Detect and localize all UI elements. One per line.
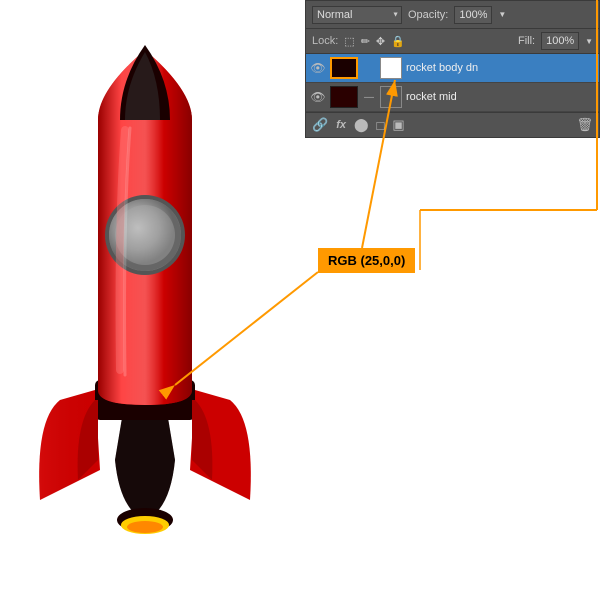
lock-pixel-icon[interactable]: ⬚ — [344, 35, 354, 48]
layers-panel: Normal Opacity: ▼ Lock: ⬚ ✏ ✥ 🔒 Fill: ▼ … — [305, 0, 600, 138]
opacity-arrow-icon: ▼ — [498, 10, 506, 19]
opacity-label: Opacity: — [408, 9, 448, 21]
layer-visibility-eye-1[interactable]: 👁 — [310, 60, 326, 76]
layer-visibility-eye-2[interactable]: 👁 — [310, 89, 326, 105]
new-fill-layer-icon[interactable]: ⬤ — [354, 117, 369, 133]
fill-arrow-icon: ▼ — [585, 37, 593, 46]
layer-thumb-1 — [330, 57, 358, 79]
panel-bottom-bar: 🔗 fx ⬤ □ ▣ 🗑 — [306, 112, 599, 137]
layer-name-1: rocket body dn — [406, 62, 595, 74]
rocket-illustration — [30, 20, 260, 590]
rgb-label: RGB (25,0,0) — [328, 253, 405, 268]
link-layers-icon[interactable]: 🔗 — [312, 117, 328, 133]
blend-mode-wrapper[interactable]: Normal — [312, 5, 402, 24]
lock-bar: Lock: ⬚ ✏ ✥ 🔒 Fill: ▼ — [306, 29, 599, 54]
layer-row-rocket-mid[interactable]: 👁 — rocket mid — [306, 83, 599, 112]
new-layer-icon[interactable]: ▣ — [392, 117, 404, 133]
lock-all-icon[interactable]: 🔒 — [391, 35, 405, 48]
layer-thumb-2 — [330, 86, 358, 108]
rgb-annotation-box: RGB (25,0,0) — [318, 248, 415, 273]
fill-label: Fill: — [518, 35, 535, 47]
layer-row-rocket-body[interactable]: 👁 rocket body dn — [306, 54, 599, 83]
layer-mask-1 — [380, 57, 402, 79]
lock-label-text: Lock: — [312, 35, 338, 47]
fx-icon[interactable]: fx — [336, 119, 346, 131]
lock-move-icon[interactable]: ✥ — [376, 35, 385, 48]
new-layer-group-icon[interactable]: □ — [377, 118, 385, 133]
layer-name-2: rocket mid — [406, 91, 595, 103]
layer-chain-2: — — [362, 86, 376, 108]
blend-mode-select[interactable]: Normal — [312, 6, 402, 24]
layer-chain-1 — [362, 57, 376, 79]
layer-mask-2 — [380, 86, 402, 108]
lock-brush-icon[interactable]: ✏ — [361, 35, 370, 48]
fill-input[interactable] — [541, 32, 579, 50]
opacity-input[interactable] — [454, 6, 492, 24]
panel-top-bar: Normal Opacity: ▼ — [306, 1, 599, 29]
delete-layer-icon[interactable]: 🗑 — [576, 117, 593, 133]
